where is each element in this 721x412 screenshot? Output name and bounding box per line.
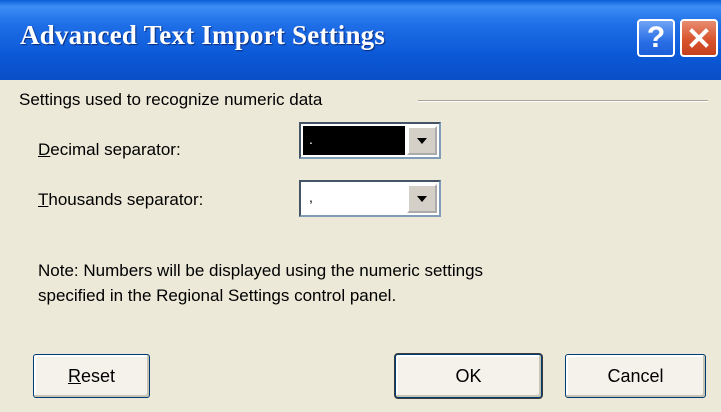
window-title: Advanced Text Import Settings — [20, 20, 386, 50]
note-line-2: specified in the Regional Settings contr… — [38, 286, 397, 305]
note-text: Note: Numbers will be displayed using th… — [38, 258, 678, 308]
decimal-separator-value: . — [303, 126, 405, 155]
reset-label: eset — [80, 365, 116, 386]
chevron-down-icon — [417, 137, 427, 144]
chevron-down-icon — [417, 195, 427, 202]
thousands-dropdown-button[interactable] — [407, 184, 437, 213]
ok-button[interactable]: OK — [395, 354, 542, 398]
reset-button[interactable]: Reset — [33, 354, 150, 398]
cancel-button[interactable]: Cancel — [565, 354, 706, 398]
decimal-dropdown-button[interactable] — [407, 126, 437, 155]
decimal-label-text: ecimal separator: — [50, 140, 181, 159]
thousands-mnemonic: T — [38, 190, 49, 209]
help-icon: ? — [646, 21, 666, 54]
title-bar[interactable]: Advanced Text Import Settings ? — [0, 0, 721, 81]
decimal-separator-label: Decimal separator: — [38, 140, 181, 160]
reset-mnemonic: R — [67, 365, 81, 386]
note-line-1: Note: Numbers will be displayed using th… — [38, 261, 484, 280]
thousands-label-text: housands separator: — [48, 190, 204, 209]
thousands-separator-label: Thousands separator: — [38, 190, 203, 210]
group-label: Settings used to recognize numeric data — [19, 90, 323, 109]
decimal-mnemonic: D — [38, 140, 51, 159]
decimal-separator-dropdown[interactable]: . — [299, 122, 441, 159]
group-divider — [418, 100, 708, 102]
close-button[interactable] — [680, 19, 718, 57]
help-button[interactable]: ? — [637, 19, 675, 57]
close-icon — [689, 28, 709, 48]
thousands-separator-dropdown[interactable]: , — [299, 180, 441, 217]
thousands-separator-value: , — [303, 184, 405, 213]
